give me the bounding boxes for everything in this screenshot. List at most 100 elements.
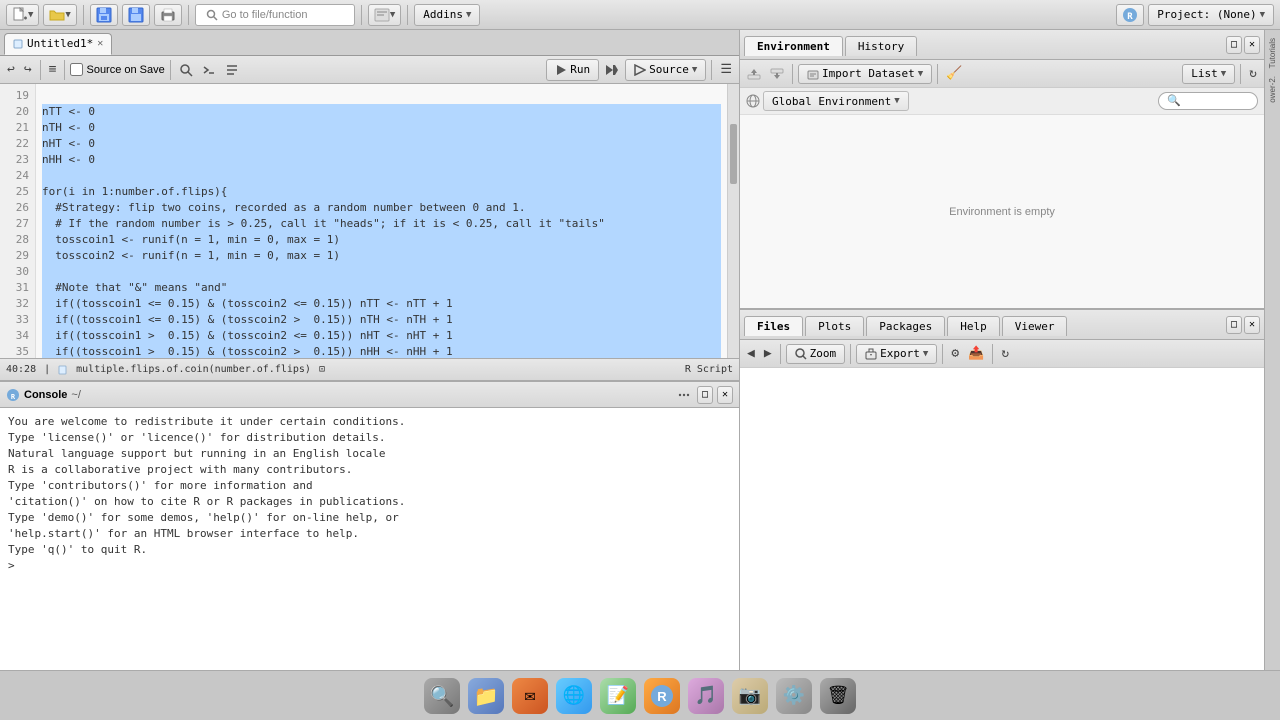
console-line: Type 'q()' to quit R. — [8, 542, 731, 558]
console-line: 'help.start()' for an HTML browser inter… — [8, 526, 731, 542]
console-output[interactable]: You are welcome to redistribute it under… — [0, 408, 739, 670]
files-tab-plots[interactable]: Plots — [805, 316, 864, 336]
rstudio-logo: R — [1116, 4, 1144, 26]
code-line-22: nHT <- 0 — [42, 136, 721, 152]
save-btn[interactable] — [90, 4, 118, 26]
files-forward-btn[interactable]: ▶ — [761, 345, 775, 362]
source-on-save-container: Source on Save — [70, 63, 164, 76]
env-refresh-btn[interactable]: ↻ — [1246, 65, 1260, 82]
save-all-btn[interactable] — [122, 4, 150, 26]
taskbar-notes-icon[interactable]: 📝 — [600, 678, 636, 714]
print-btn[interactable] — [154, 4, 182, 26]
env-search-input[interactable] — [1158, 92, 1258, 110]
console-options-btn[interactable] — [675, 388, 693, 402]
packages-tab-label: Packages — [879, 320, 932, 333]
editor-options-btn[interactable]: ☰ — [717, 61, 735, 78]
addins-label: Addins — [423, 8, 463, 21]
export-btn[interactable]: Export ▼ — [856, 344, 937, 364]
env-save-btn[interactable] — [767, 66, 787, 82]
taskbar-mail-icon[interactable]: ✉ — [512, 678, 548, 714]
addins-btn[interactable]: Addins ▼ — [414, 4, 480, 26]
sep-f3 — [942, 344, 943, 364]
import-dataset-btn[interactable]: Import Dataset ▼ — [798, 64, 932, 84]
undo-btn[interactable]: ↩ — [4, 61, 18, 78]
sep-f2 — [850, 344, 851, 364]
list-view-btn[interactable]: List ▼ — [1182, 64, 1235, 84]
env-tab-bar: Environment History □ ✕ — [740, 30, 1264, 60]
go-to-file-btn[interactable]: Go to file/function — [195, 4, 355, 26]
env-tab-history[interactable]: History — [845, 36, 917, 56]
tutorials-label: Tutorials — [1268, 38, 1277, 68]
code-line-23: nHH <- 0 — [42, 152, 721, 168]
taskbar-settings-icon[interactable]: ⚙️ — [776, 678, 812, 714]
editor-status-bar: 40:28 | multiple.flips.of.coin(number.of… — [0, 358, 739, 380]
project-btn[interactable]: Project: (None) ▼ — [1148, 4, 1274, 26]
compile-btn[interactable]: ▼ — [368, 4, 401, 26]
run-next-btn[interactable] — [602, 62, 622, 78]
files-tab-viewer[interactable]: Viewer — [1002, 316, 1068, 336]
code-line-27: # If the random number is > 0.25, call i… — [42, 216, 721, 232]
publish-btn[interactable]: 📤 — [965, 345, 987, 362]
code-line-20: nTT <- 0 — [42, 104, 721, 120]
env-content-toolbar: Import Dataset ▼ 🧹 List ▼ ↻ — [740, 60, 1264, 88]
power2-label: ower-2. — [1268, 76, 1277, 103]
open-file-btn[interactable]: ▼ — [43, 4, 76, 26]
console-close-btn[interactable]: ✕ — [717, 386, 733, 404]
env-clear-btn[interactable]: 🧹 — [943, 65, 965, 82]
env-close-btn[interactable]: ✕ — [1244, 36, 1260, 54]
code-line-35: if((tosscoin1 > 0.15) & (tosscoin2 > 0.1… — [42, 344, 721, 358]
files-close-btn[interactable]: ✕ — [1244, 316, 1260, 334]
taskbar-browser-icon[interactable]: 🌐 — [556, 678, 592, 714]
files-tab-packages[interactable]: Packages — [866, 316, 945, 336]
code-line-28: tosscoin1 <- runif(n = 1, min = 0, max =… — [42, 232, 721, 248]
code-tools-btn[interactable] — [199, 62, 219, 78]
taskbar-photo-icon[interactable]: 📷 — [732, 678, 768, 714]
taskbar-music-icon[interactable]: 🎵 — [688, 678, 724, 714]
separator-2 — [188, 5, 189, 25]
files-maximize-btn[interactable]: □ — [1226, 316, 1242, 334]
source-btn[interactable]: Files Source ▼ — [625, 59, 706, 81]
outline-btn[interactable] — [222, 62, 242, 78]
files-refresh-btn[interactable]: ↻ — [998, 345, 1012, 362]
console-icon: R — [6, 388, 20, 402]
console-line: Type 'demo()' for some demos, 'help()' f… — [8, 510, 731, 526]
editor-content-area: 192021222324252627282930313233343536 nTT… — [0, 84, 739, 358]
find-btn[interactable] — [176, 62, 196, 78]
global-env-btn[interactable]: Global Environment ▼ — [763, 91, 909, 111]
code-line-33: if((tosscoin1 <= 0.15) & (tosscoin2 > 0.… — [42, 312, 721, 328]
scrollbar-thumb[interactable] — [730, 124, 737, 184]
editor-tab-untitled1[interactable]: Untitled1* ✕ — [4, 33, 112, 55]
files-tab-help[interactable]: Help — [947, 316, 1000, 336]
editor-scrollbar[interactable] — [727, 84, 739, 358]
zoom-label: Zoom — [810, 347, 837, 360]
code-line-29: tosscoin2 <- runif(n = 1, min = 0, max =… — [42, 248, 721, 264]
run-btn[interactable]: Run — [546, 59, 599, 81]
console-path: ~/ — [71, 389, 80, 401]
source-on-save-checkbox[interactable] — [70, 63, 83, 76]
taskbar-folder-icon[interactable]: 📁 — [468, 678, 504, 714]
code-line-19 — [42, 88, 721, 104]
env-tab-environment[interactable]: Environment — [744, 36, 843, 56]
env-load-btn[interactable] — [744, 66, 764, 82]
run-label: Run — [570, 63, 590, 76]
code-editor[interactable]: nTT <- 0nTH <- 0nHT <- 0nHH <- 0for(i in… — [36, 84, 727, 358]
files-back-btn[interactable]: ◀ — [744, 345, 758, 362]
files-options-btn[interactable]: ⚙ — [948, 345, 962, 362]
console-toolbar: R Console ~/ □ ✕ — [0, 382, 739, 408]
svg-text:R: R — [657, 689, 667, 704]
code-line-34: if((tosscoin1 > 0.15) & (tosscoin2 <= 0.… — [42, 328, 721, 344]
code-line-21: nTH <- 0 — [42, 120, 721, 136]
taskbar-rstudio-icon[interactable]: R — [644, 678, 680, 714]
svg-text:R: R — [1128, 12, 1134, 22]
tab-close-btn[interactable]: ✕ — [97, 38, 103, 49]
new-file-btn[interactable]: ▼ — [6, 4, 39, 26]
files-tab-files[interactable]: Files — [744, 316, 803, 336]
redo-btn[interactable]: ↪ — [21, 61, 35, 78]
console-maximize-btn[interactable]: □ — [697, 386, 713, 404]
export-label: Export — [880, 347, 920, 360]
code-options-btn[interactable]: ≡ — [46, 61, 60, 78]
zoom-btn[interactable]: Zoom — [786, 344, 846, 364]
env-maximize-btn[interactable]: □ — [1226, 36, 1242, 54]
taskbar-trash-icon[interactable]: 🗑 — [820, 678, 856, 714]
taskbar-finder-icon[interactable]: 🔍 — [424, 678, 460, 714]
